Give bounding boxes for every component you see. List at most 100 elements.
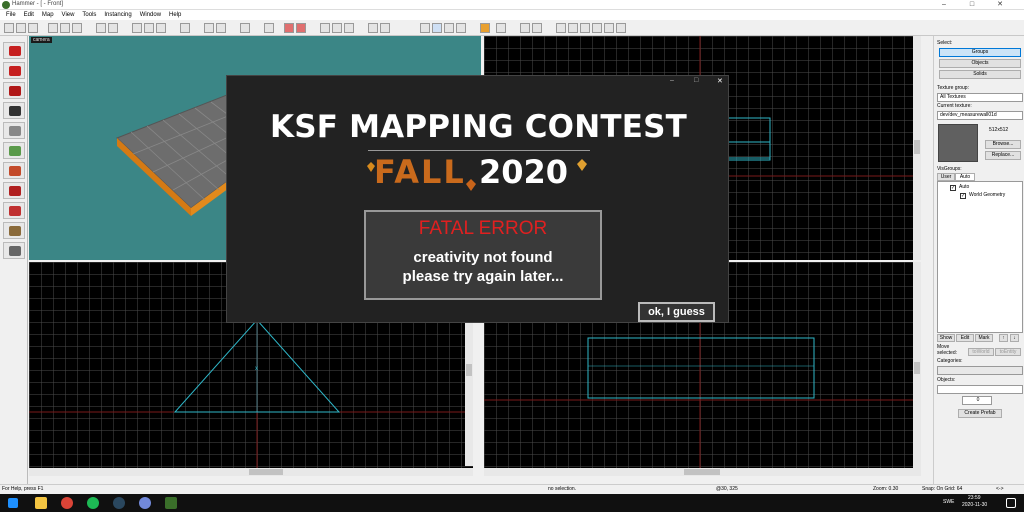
close-icon[interactable]: ✕ (990, 0, 1010, 10)
clip-tool-button[interactable] (3, 202, 25, 219)
create-prefab-button[interactable]: Create Prefab (958, 409, 1002, 418)
solids-button[interactable]: Solids (939, 70, 1021, 79)
tie-entity-icon[interactable] (284, 23, 294, 33)
close-icon[interactable]: ✕ (717, 77, 723, 85)
hide-icon[interactable] (264, 23, 274, 33)
tab-user[interactable]: User (937, 173, 955, 181)
cordon-toggle-icon[interactable] (380, 23, 390, 33)
to-world-button[interactable]: toWorld (968, 348, 994, 356)
overlay-tool-button[interactable] (3, 242, 25, 259)
cut-icon[interactable] (48, 23, 58, 33)
maximize-icon[interactable]: □ (694, 77, 698, 84)
cordon-icon[interactable] (368, 23, 378, 33)
texture-lock-icon[interactable] (180, 23, 190, 33)
vertex-tool-button[interactable] (3, 222, 25, 239)
undo-icon[interactable] (96, 23, 106, 33)
vertical-scrollbar[interactable] (913, 262, 921, 468)
save-icon[interactable] (28, 23, 38, 33)
minimize-icon[interactable]: – (934, 0, 954, 10)
minimize-icon[interactable]: – (670, 77, 674, 84)
current-texture-select[interactable]: dev/dev_measurewall01d (937, 111, 1023, 120)
start-icon[interactable] (8, 498, 18, 508)
misc-icon[interactable] (616, 23, 626, 33)
chrome-icon[interactable] (61, 497, 73, 509)
objects-button[interactable]: Objects (939, 59, 1021, 68)
checkbox-icon[interactable]: ✓ (960, 193, 966, 199)
menu-window[interactable]: Window (140, 10, 161, 20)
quick-hide-icon[interactable] (320, 23, 330, 33)
tab-auto[interactable]: Auto (955, 173, 975, 181)
objects-select[interactable] (937, 385, 1023, 394)
move-up-icon[interactable]: ↑ (999, 334, 1008, 342)
mask-icon[interactable] (344, 23, 354, 33)
quick-unhide-icon[interactable] (332, 23, 342, 33)
check-icon[interactable] (496, 23, 506, 33)
block-tool-button[interactable] (3, 122, 25, 139)
new-icon[interactable] (4, 23, 14, 33)
move-to-world-icon[interactable] (296, 23, 306, 33)
horizontal-scrollbar[interactable] (484, 468, 921, 476)
rotate-icon[interactable] (568, 23, 578, 33)
carve-icon[interactable] (204, 23, 214, 33)
show-button[interactable]: Show (937, 334, 955, 342)
cm-icon[interactable] (592, 23, 602, 33)
ungroup-icon[interactable] (240, 23, 250, 33)
language-indicator[interactable]: SWE (943, 499, 954, 505)
flip-icon[interactable] (556, 23, 566, 33)
browse-button[interactable]: Browse... (985, 140, 1021, 149)
grid-smaller-icon[interactable] (144, 23, 154, 33)
menu-file[interactable]: File (6, 10, 16, 20)
apply-texture-button[interactable] (3, 162, 25, 179)
visgroup-tree[interactable]: ✓ Auto ✓ World Geometry (937, 181, 1023, 333)
selection-tool-button[interactable] (3, 42, 25, 59)
objects-stepper[interactable]: 0 (962, 396, 992, 405)
map-properties-icon[interactable] (532, 23, 542, 33)
steam-icon[interactable] (113, 497, 125, 509)
group-icon[interactable] (216, 23, 226, 33)
menu-tools[interactable]: Tools (82, 10, 96, 20)
copy-icon[interactable] (60, 23, 70, 33)
ok-button[interactable]: ok, I guess (638, 302, 715, 322)
horizontal-scrollbar[interactable] (29, 468, 473, 476)
clock-date[interactable]: 2020-11-30 (962, 502, 987, 508)
camera-tool-button[interactable] (3, 82, 25, 99)
replace-button[interactable]: Replace... (985, 151, 1021, 160)
hammer-taskbar-icon[interactable] (165, 497, 177, 509)
clock-time[interactable]: 23:59 (968, 495, 981, 501)
texture-tool-button[interactable] (3, 142, 25, 159)
decal-tool-button[interactable] (3, 182, 25, 199)
texture-group-select[interactable]: All Textures (937, 93, 1023, 102)
checkbox-icon[interactable]: ✓ (950, 185, 956, 191)
move-down-icon[interactable]: ↓ (1010, 334, 1019, 342)
compile-icon[interactable] (480, 23, 490, 33)
camera-icon[interactable] (444, 23, 454, 33)
vertex-icon[interactable] (604, 23, 614, 33)
spotify-icon[interactable] (87, 497, 99, 509)
grid-icon[interactable] (132, 23, 142, 33)
menu-view[interactable]: View (62, 10, 75, 20)
open-icon[interactable] (16, 23, 26, 33)
maximize-icon[interactable]: □ (962, 0, 982, 10)
entity-report-icon[interactable] (520, 23, 530, 33)
discord-icon[interactable] (139, 497, 151, 509)
to-entity-button[interactable]: toEntity (995, 348, 1021, 356)
mark-button[interactable]: Mark (975, 334, 993, 342)
groups-button[interactable]: Groups (939, 48, 1021, 57)
file-explorer-icon[interactable] (35, 497, 47, 509)
entity-tool-button[interactable] (3, 102, 25, 119)
edit-button[interactable]: Edit (956, 334, 974, 342)
run-icon[interactable] (580, 23, 590, 33)
notification-icon[interactable] (1006, 498, 1016, 508)
selection-box-icon[interactable] (420, 23, 430, 33)
vertical-scrollbar[interactable] (913, 36, 921, 260)
entity-icon[interactable] (456, 23, 466, 33)
redo-icon[interactable] (108, 23, 118, 33)
categories-select[interactable] (937, 366, 1023, 375)
menu-help[interactable]: Help (169, 10, 181, 20)
paste-icon[interactable] (72, 23, 82, 33)
magnify-icon[interactable] (432, 23, 442, 33)
menu-instancing[interactable]: Instancing (104, 10, 131, 20)
grid-larger-icon[interactable] (156, 23, 166, 33)
menu-edit[interactable]: Edit (24, 10, 34, 20)
menu-map[interactable]: Map (42, 10, 54, 20)
